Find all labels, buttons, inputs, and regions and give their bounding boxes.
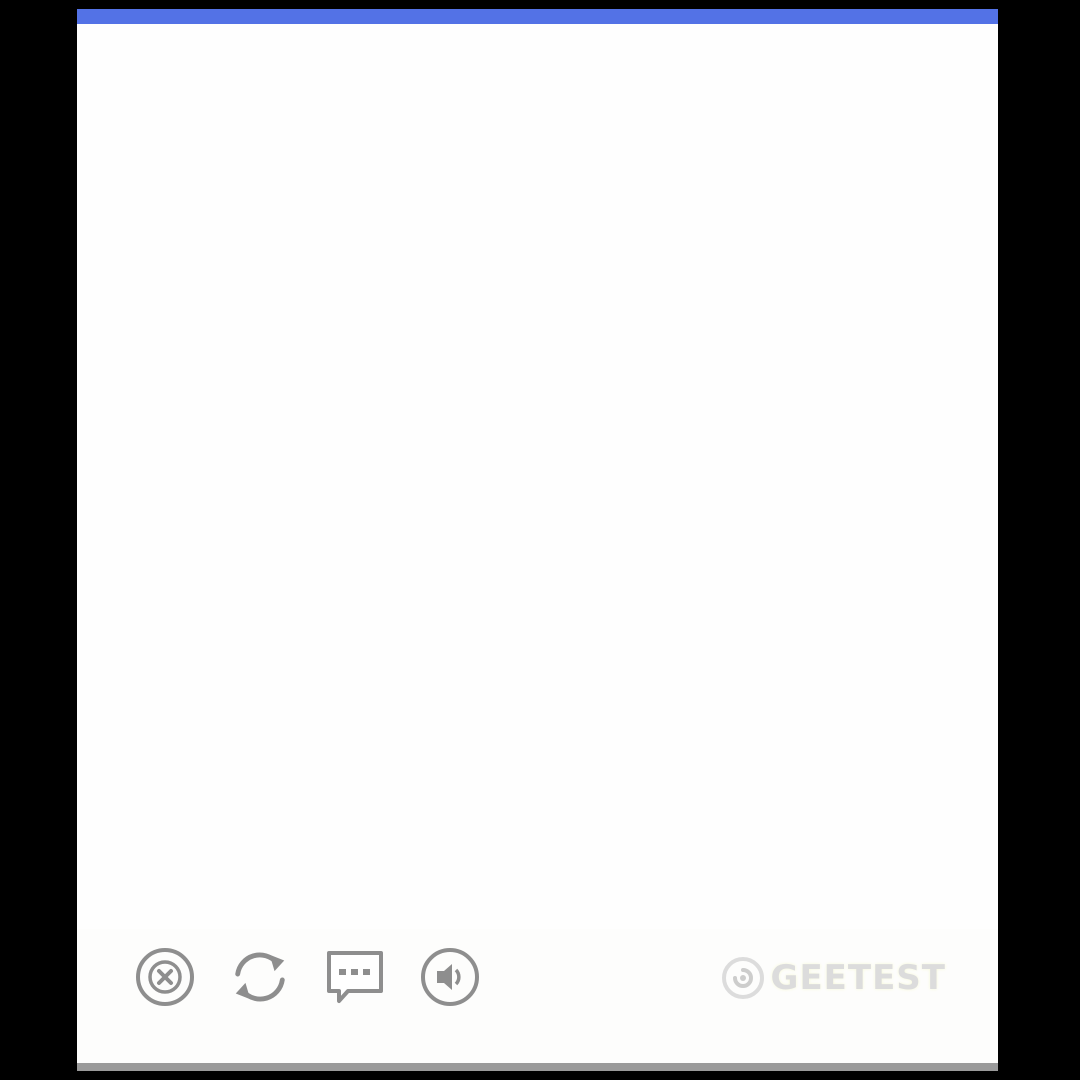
captcha-challenge-area[interactable] bbox=[77, 24, 998, 929]
brand-name: GEETEST bbox=[770, 958, 946, 998]
geetest-brand: GEETEST bbox=[721, 954, 946, 1002]
refresh-button[interactable] bbox=[228, 945, 292, 1009]
geetest-logo-icon bbox=[721, 957, 764, 999]
chat-bubble-icon bbox=[327, 951, 383, 1003]
speaker-icon bbox=[421, 948, 479, 1006]
close-button[interactable] bbox=[133, 945, 197, 1009]
audio-button[interactable] bbox=[418, 945, 482, 1009]
captcha-toolbar bbox=[133, 945, 482, 1009]
refresh-icon bbox=[235, 952, 285, 1002]
captcha-header-bar bbox=[77, 9, 998, 24]
close-circle-icon bbox=[136, 948, 194, 1006]
captcha-panel: GEETEST bbox=[77, 9, 998, 1071]
panel-bottom-edge bbox=[77, 1063, 998, 1071]
feedback-button[interactable] bbox=[323, 945, 387, 1009]
